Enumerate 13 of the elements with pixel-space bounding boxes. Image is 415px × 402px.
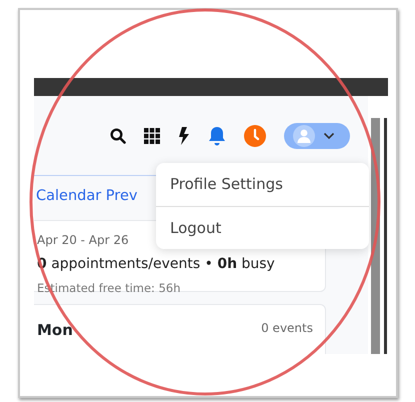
grid-icon[interactable]: [144, 128, 160, 144]
menu-item[interactable]: Profile Settings: [156, 163, 369, 206]
avatar-icon: [293, 124, 315, 146]
section-heading: Calendar Prev: [36, 187, 138, 206]
clock-icon[interactable]: [244, 124, 266, 146]
date-range: Apr 20 - Apr 26: [37, 232, 129, 249]
search-icon[interactable]: [110, 128, 126, 144]
caret-icon: [323, 132, 335, 140]
lightning-icon[interactable]: [178, 126, 190, 144]
menu-item[interactable]: Logout: [156, 206, 369, 249]
bell-icon[interactable]: [208, 126, 226, 146]
day-name: Mon: [37, 320, 73, 341]
event-count: 0 events: [261, 320, 313, 337]
